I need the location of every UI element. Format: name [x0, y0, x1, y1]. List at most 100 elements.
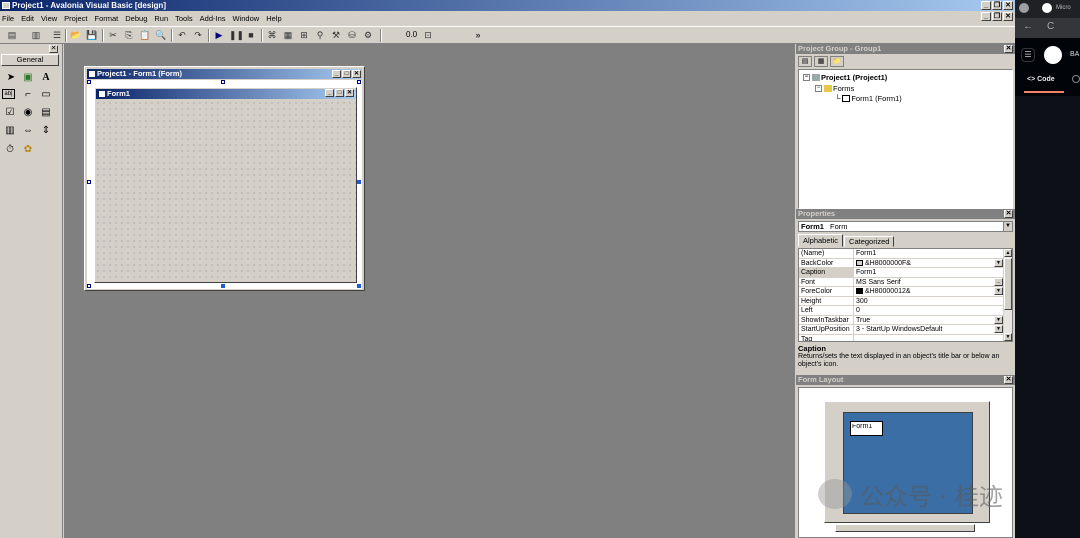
- toolbox-close-button[interactable]: ✕: [49, 45, 58, 53]
- reload-icon[interactable]: C: [1047, 21, 1054, 32]
- resize-handle-sw[interactable]: [87, 284, 91, 288]
- resize-handle-nw[interactable]: [87, 80, 91, 84]
- property-row[interactable]: Height 300: [799, 296, 1004, 306]
- tree-node-form1[interactable]: └ Form1 (Form1): [835, 94, 902, 103]
- property-value[interactable]: Form1: [855, 268, 1004, 277]
- open-project-icon[interactable]: 📂: [70, 29, 82, 41]
- project-explorer-icon[interactable]: ⌘: [266, 29, 278, 41]
- issues-icon[interactable]: [1072, 75, 1080, 83]
- property-value[interactable]: 3 - StartUp WindowsDefault ▼: [855, 325, 1004, 334]
- expand-collapse-icon[interactable]: −: [803, 74, 810, 81]
- resize-handle-ne[interactable]: [357, 80, 361, 84]
- component-manager-icon[interactable]: ⚙: [362, 29, 374, 41]
- add-form-icon[interactable]: ▥: [30, 29, 42, 41]
- designer-maximize-button[interactable]: □: [342, 70, 351, 78]
- tab-code[interactable]: <> Code: [1027, 76, 1055, 83]
- menu-editor-icon[interactable]: ☰: [51, 29, 63, 41]
- browser-tab-label[interactable]: Micro: [1056, 5, 1071, 11]
- chevron-down-icon[interactable]: ▼: [994, 315, 1003, 324]
- save-project-icon[interactable]: 💾: [86, 29, 98, 41]
- property-row[interactable]: ShowInTaskbar True ▼: [799, 315, 1004, 325]
- scroll-down-icon[interactable]: ▼: [1004, 333, 1012, 341]
- property-row[interactable]: ForeColor &H80000012& ▼: [799, 287, 1004, 297]
- commandbutton-tool-icon[interactable]: ▭: [39, 88, 53, 102]
- properties-pane-close-button[interactable]: ✕: [1004, 210, 1013, 218]
- tab-alphabetic[interactable]: Alphabetic: [798, 234, 844, 247]
- object-selector[interactable]: Form1 Form ▼: [798, 221, 1013, 232]
- menu-view[interactable]: View: [41, 14, 57, 23]
- layout-pane-close-button[interactable]: ✕: [1004, 376, 1013, 384]
- property-value[interactable]: 300: [855, 297, 1004, 306]
- property-row[interactable]: BackColor &H8000000F& ▼: [799, 258, 1004, 268]
- label-tool-icon[interactable]: A: [39, 71, 53, 85]
- tree-node-forms[interactable]: − Forms: [815, 84, 854, 93]
- listbox-tool-icon[interactable]: ▥: [3, 124, 17, 138]
- browser-tab-icon[interactable]: [1019, 3, 1029, 13]
- property-value[interactable]: True ▼: [855, 315, 1004, 325]
- property-row[interactable]: (Name) Form1: [799, 249, 1004, 259]
- drivelistbox-tool-icon[interactable]: ✿: [21, 143, 35, 157]
- chevron-down-icon[interactable]: ▼: [1003, 222, 1012, 231]
- menu-add-ins[interactable]: Add-Ins: [200, 14, 226, 23]
- property-value[interactable]: &H80000012& ▼: [855, 287, 1004, 296]
- form1-surface[interactable]: Form1 _ □ ✕: [94, 87, 357, 283]
- undo-icon[interactable]: ↶: [176, 29, 188, 41]
- form-designer-window[interactable]: Project1 - Form1 (Form) _ □ ✕ Form1 _ □ …: [84, 66, 365, 291]
- timer-tool-icon[interactable]: ⏱: [3, 143, 17, 157]
- menu-window[interactable]: Window: [233, 14, 260, 23]
- property-value[interactable]: [855, 335, 1004, 342]
- close-button[interactable]: ✕: [1003, 1, 1013, 10]
- property-row[interactable]: Tag: [799, 334, 1004, 342]
- optionbutton-tool-icon[interactable]: ◉: [21, 106, 35, 120]
- property-grid-scrollbar[interactable]: ▲ ▼: [1003, 249, 1012, 341]
- combobox-tool-icon[interactable]: ▤: [39, 106, 53, 120]
- resize-handle-e[interactable]: [357, 180, 361, 184]
- end-icon[interactable]: ■: [245, 29, 257, 41]
- property-row[interactable]: StartUpPosition 3 - StartUp WindowsDefaul…: [799, 325, 1004, 335]
- redo-icon[interactable]: ↷: [192, 29, 204, 41]
- expand-collapse-icon[interactable]: −: [815, 85, 822, 92]
- mdi-close-button[interactable]: ✕: [1003, 12, 1013, 21]
- repo-owner-label[interactable]: BA: [1070, 51, 1079, 58]
- find-icon[interactable]: 🔍: [155, 29, 167, 41]
- toolbox-icon[interactable]: ⚒: [330, 29, 342, 41]
- minimize-button[interactable]: _: [981, 1, 991, 10]
- mdi-restore-button[interactable]: ❐: [992, 12, 1002, 21]
- paste-icon[interactable]: 📋: [139, 29, 151, 41]
- resize-handle-w[interactable]: [87, 180, 91, 184]
- toggle-folders-icon[interactable]: 📁: [830, 56, 844, 67]
- add-project-icon[interactable]: ▤: [6, 29, 18, 41]
- chevron-down-icon[interactable]: ▼: [994, 287, 1003, 295]
- view-code-icon[interactable]: ▤: [798, 56, 812, 67]
- toolbar-overflow-button[interactable]: »: [472, 29, 484, 41]
- vscrollbar-tool-icon[interactable]: ⇕: [39, 124, 53, 138]
- pointer-tool-icon[interactable]: ➤: [4, 71, 18, 85]
- resize-handle-s[interactable]: [221, 284, 225, 288]
- property-value[interactable]: &H8000000F& ▼: [855, 258, 1004, 268]
- scroll-thumb[interactable]: [1004, 258, 1012, 310]
- resize-handle-n[interactable]: [221, 80, 225, 84]
- menu-format[interactable]: Format: [95, 14, 119, 23]
- chevron-down-icon[interactable]: ▼: [994, 258, 1003, 267]
- view-object-icon[interactable]: ▦: [814, 56, 828, 67]
- picturebox-tool-icon[interactable]: ▣: [21, 71, 35, 85]
- object-browser-icon[interactable]: ⚲: [314, 29, 326, 41]
- scroll-up-icon[interactable]: ▲: [1004, 249, 1012, 257]
- form-layout-icon[interactable]: ⊞: [298, 29, 310, 41]
- property-row[interactable]: Caption Form1: [799, 268, 1004, 278]
- menu-edit[interactable]: Edit: [21, 14, 34, 23]
- copy-icon[interactable]: ⎘: [123, 29, 135, 41]
- properties-window-icon[interactable]: ▦: [282, 29, 294, 41]
- menu-project[interactable]: Project: [64, 14, 87, 23]
- hscrollbar-tool-icon[interactable]: ⇔: [21, 124, 35, 138]
- start-icon[interactable]: ▶: [213, 29, 225, 41]
- property-row[interactable]: Font MS Sans Serif...: [799, 277, 1004, 287]
- hamburger-menu-icon[interactable]: ☰: [1021, 48, 1035, 62]
- menu-file[interactable]: File: [2, 14, 14, 23]
- project-pane-close-button[interactable]: ✕: [1004, 45, 1013, 53]
- menu-run[interactable]: Run: [154, 14, 168, 23]
- property-value[interactable]: MS Sans Serif...: [855, 277, 1004, 287]
- restore-button[interactable]: ❐: [992, 1, 1002, 10]
- toolbox-general-tab[interactable]: General: [1, 54, 59, 66]
- break-icon[interactable]: ❚❚: [229, 29, 244, 41]
